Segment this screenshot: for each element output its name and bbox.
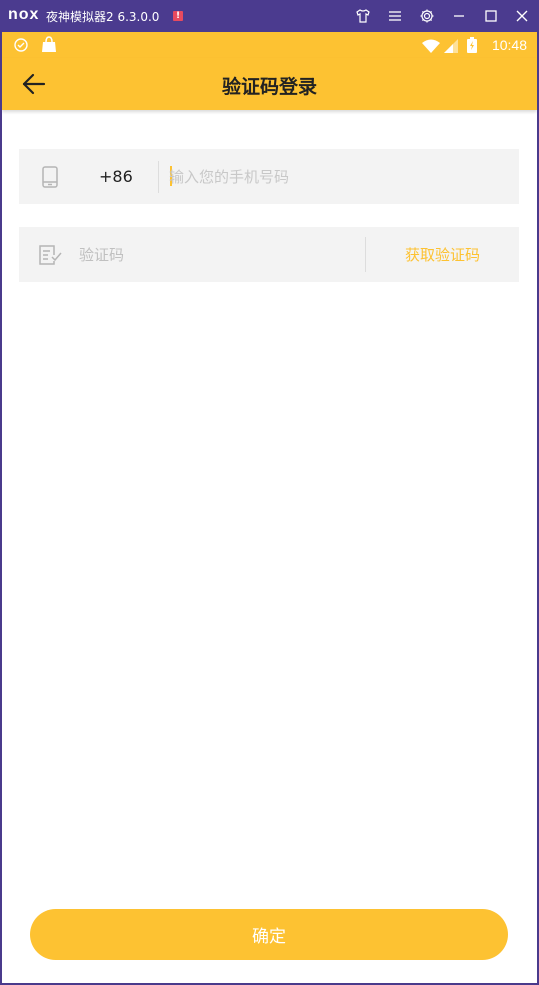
nox-logo: nox (8, 6, 40, 23)
status-time: 10:48 (491, 37, 527, 53)
phone-screen: 10:48 验证码登录 +86 获取验证码 确定 (2, 32, 537, 983)
maximize-icon[interactable] (482, 7, 500, 25)
country-code[interactable]: +86 (99, 167, 133, 186)
status-bar: 10:48 (2, 32, 537, 58)
emulator-title: 夜神模拟器2 6.3.0.0 (46, 10, 160, 24)
alert-badge[interactable]: ! (173, 11, 183, 21)
nox-badge-icon (13, 37, 29, 57)
minimize-icon[interactable] (450, 7, 468, 25)
battery-icon (467, 37, 477, 57)
phone-icon (41, 166, 59, 188)
code-input[interactable] (79, 237, 349, 272)
app-bar: 验证码登录 (2, 58, 537, 110)
phone-field: +86 (19, 149, 519, 204)
gear-icon[interactable] (418, 7, 436, 25)
get-code-button[interactable]: 获取验证码 (366, 227, 519, 282)
bag-icon (40, 36, 58, 57)
emulator-title-bar: nox 夜神模拟器2 6.3.0.0 ! (0, 0, 539, 32)
page-title: 验证码登录 (221, 76, 317, 98)
phone-input[interactable] (169, 159, 499, 194)
edit-check-icon (39, 245, 63, 265)
wifi-icon (422, 38, 440, 57)
shirt-icon[interactable] (354, 7, 372, 25)
divider (158, 161, 159, 193)
close-icon[interactable] (513, 7, 531, 25)
menu-icon[interactable] (386, 7, 404, 25)
code-field: 获取验证码 (19, 227, 519, 282)
confirm-button[interactable]: 确定 (30, 909, 508, 960)
signal-icon (444, 38, 458, 57)
